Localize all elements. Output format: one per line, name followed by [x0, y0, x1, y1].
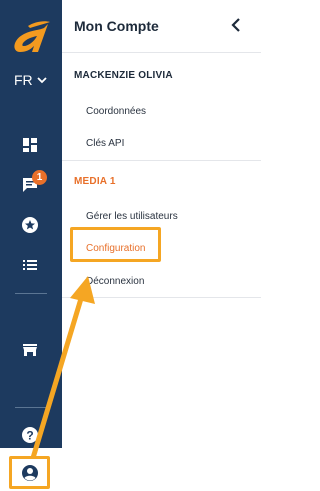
section-divider: [62, 297, 261, 298]
chevron-down-icon: [37, 77, 47, 84]
list-icon[interactable]: [19, 254, 41, 276]
account-section-heading: MACKENZIE OLIVIA: [74, 70, 173, 81]
panel-title: Mon Compte: [74, 18, 159, 34]
configuration-highlight: [70, 227, 161, 262]
left-rail: FR 1 ?: [0, 0, 62, 491]
profile-icon: [21, 464, 38, 481]
language-selector[interactable]: FR: [14, 72, 47, 88]
section-divider: [62, 160, 261, 161]
profile-button[interactable]: [9, 456, 50, 489]
menu-item-logout[interactable]: Déconnexion: [86, 276, 144, 287]
svg-text:?: ?: [26, 429, 33, 443]
dashboard-icon[interactable]: [19, 134, 41, 156]
language-label: FR: [14, 72, 33, 88]
chevron-left-icon[interactable]: [227, 16, 245, 34]
menu-item-coordonnees[interactable]: Coordonnées: [86, 106, 146, 117]
store-icon[interactable]: [19, 339, 41, 361]
media-section-heading: MEDIA 1: [74, 176, 116, 187]
brand-logo-icon[interactable]: [10, 18, 54, 58]
menu-item-api-keys[interactable]: Clés API: [86, 138, 124, 149]
notification-badge: 1: [32, 170, 47, 185]
star-icon[interactable]: [19, 214, 41, 236]
menu-item-manage-users[interactable]: Gérer les utilisateurs: [86, 211, 178, 222]
account-panel: Mon Compte MACKENZIE OLIVIA Coordonnées …: [62, 0, 261, 491]
rail-divider: [15, 407, 47, 408]
panel-header: Mon Compte: [62, 0, 261, 53]
rail-divider: [15, 293, 47, 294]
help-icon[interactable]: ?: [19, 424, 41, 446]
